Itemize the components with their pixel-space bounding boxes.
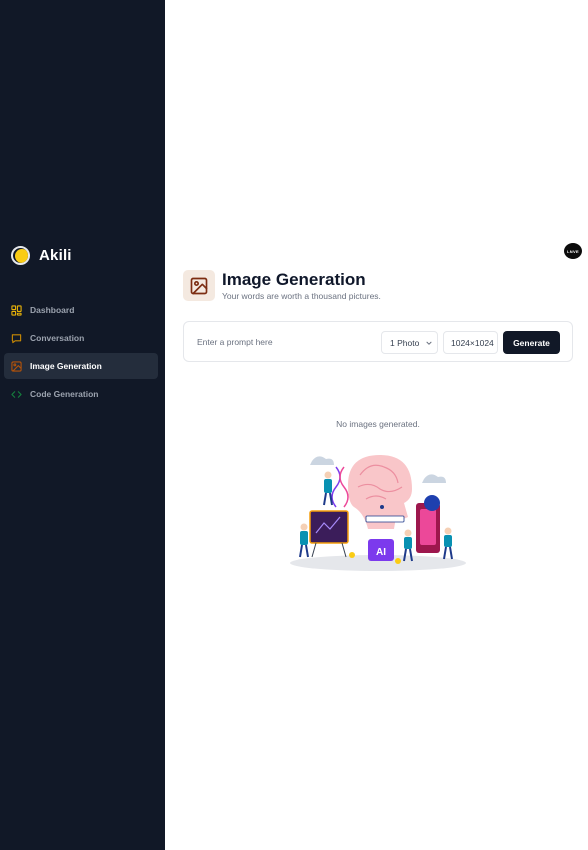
prompt-form: 1 Photo 1024×1024 Generate <box>183 321 573 362</box>
sidebar-item-label: Dashboard <box>30 305 75 315</box>
prompt-input[interactable] <box>192 331 382 353</box>
sidebar-item-label: Conversation <box>30 333 85 343</box>
chevron-down-icon <box>426 341 432 345</box>
resolution-select-value: 1024×1024 <box>451 337 494 348</box>
sidebar-item-label: Code Generation <box>30 389 99 399</box>
sidebar-item-conversation[interactable]: Conversation <box>4 325 158 351</box>
svg-text:AI: AI <box>376 547 386 558</box>
image-icon <box>183 270 215 301</box>
user-avatar[interactable]: LNVE <box>564 243 582 259</box>
amount-select[interactable]: 1 Photo <box>381 331 438 354</box>
page-title: Image Generation <box>222 270 366 289</box>
message-icon <box>11 333 22 344</box>
sidebar-item-dashboard[interactable]: Dashboard <box>4 297 158 323</box>
logo-icon <box>11 246 30 265</box>
sidebar-item-label: Image Generation <box>30 361 102 371</box>
sidebar-nav: Dashboard Conversation Image Generation <box>4 297 158 409</box>
empty-state-text: No images generated. <box>336 419 420 429</box>
code-icon <box>11 389 22 400</box>
brand-link[interactable]: Akili <box>11 246 72 265</box>
amount-select-value: 1 Photo <box>390 337 420 348</box>
page-header: Image Generation Your words are worth a … <box>183 270 381 301</box>
generate-button[interactable]: Generate <box>503 331 560 354</box>
sidebar-item-code-generation[interactable]: Code Generation <box>4 381 158 407</box>
page-subtitle: Your words are worth a thousand pictures… <box>222 291 381 301</box>
resolution-select[interactable]: 1024×1024 <box>443 331 498 354</box>
sidebar: Akili Dashboard Conversation Image Gener… <box>0 0 165 850</box>
dashboard-icon <box>11 304 22 316</box>
empty-state-illustration: AI <box>290 455 466 571</box>
image-icon <box>11 360 22 372</box>
sidebar-item-image-generation[interactable]: Image Generation <box>4 353 158 379</box>
brand-name: Akili <box>39 247 72 264</box>
